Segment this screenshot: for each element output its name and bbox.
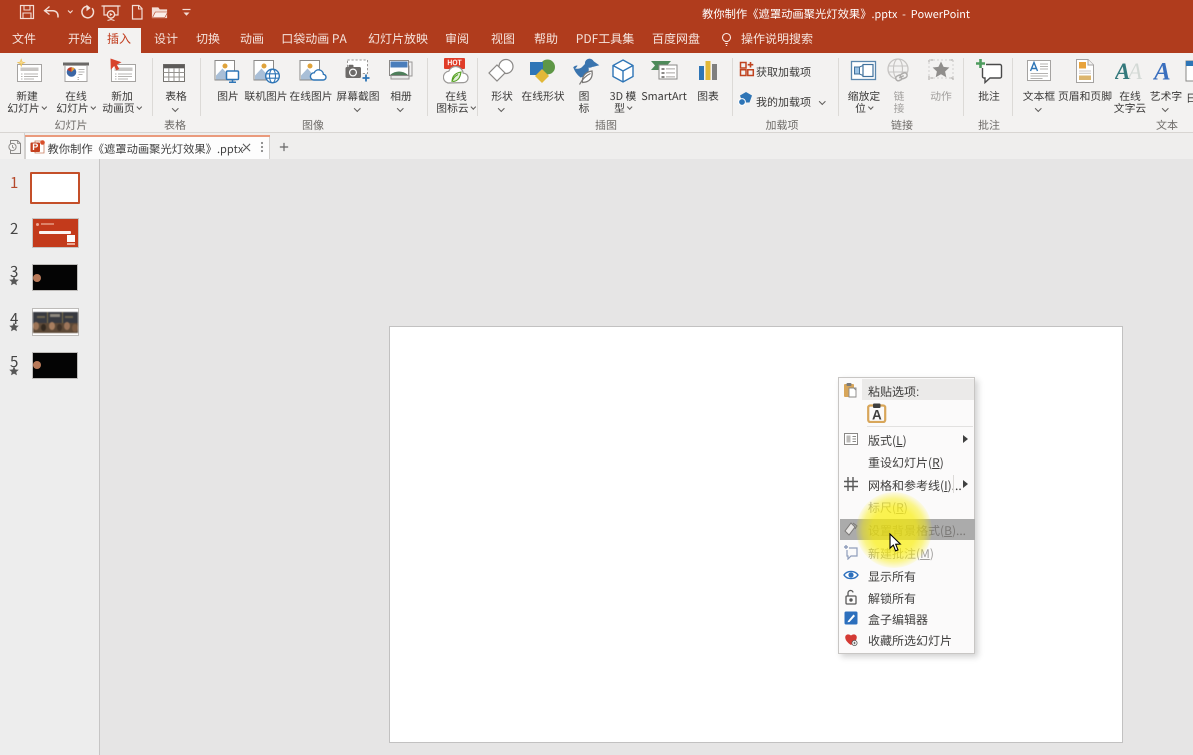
svg-text:A: A xyxy=(872,408,882,423)
svg-text:P: P xyxy=(32,142,38,152)
svg-text:A: A xyxy=(1115,59,1130,84)
svg-text:A: A xyxy=(1153,59,1171,85)
